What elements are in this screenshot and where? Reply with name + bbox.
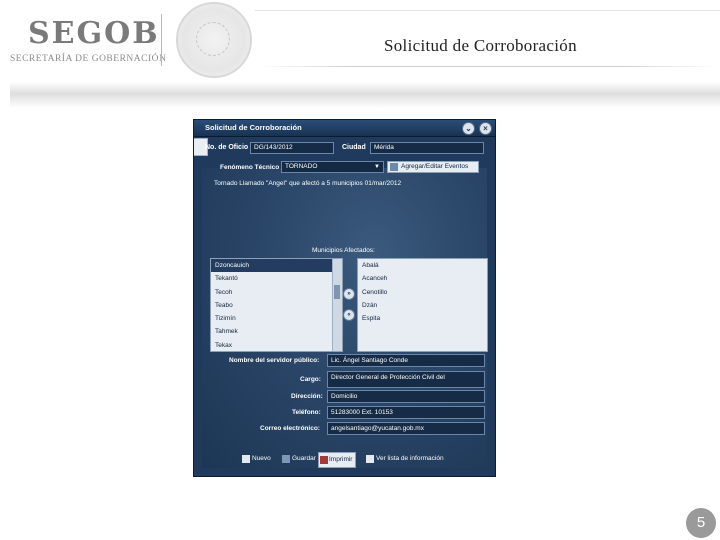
oficio-field[interactable]: DG/143/2012	[250, 142, 334, 154]
list-icon	[366, 455, 374, 463]
correo-field[interactable]: angelsantiago@yucatan.gob.mx	[327, 422, 485, 435]
window-title: Solicitud de Corroboración	[205, 123, 302, 132]
ciudad-field[interactable]: Mérida	[370, 142, 484, 154]
list-item[interactable]: Dzán	[358, 299, 487, 312]
view-info-list-label: Ver lista de información	[376, 455, 444, 462]
telefono-field[interactable]: 51283000 Ext. 10153	[327, 406, 485, 419]
ciudad-label: Ciudad	[342, 144, 366, 151]
list-item[interactable]: Teabo	[211, 299, 342, 312]
logo-wordmark: SEGOB	[28, 16, 160, 51]
municipios-label: Municipios Afectados:	[312, 247, 375, 254]
action-toolbar: Nuevo Guardar Imprimir Ver lista de info…	[234, 452, 464, 468]
cargo-label: Cargo:	[300, 376, 321, 383]
correo-label: Correo electrónico:	[260, 425, 320, 432]
oficio-label: No. de Oficio	[205, 144, 249, 151]
view-info-list-button[interactable]: Ver lista de información	[366, 452, 444, 466]
header-top-rule	[255, 10, 720, 11]
servidor-nombre-label: Nombre del servidor público:	[229, 357, 320, 364]
print-icon	[320, 456, 328, 464]
move-right-icon[interactable]: »	[343, 288, 355, 300]
title-rule	[260, 66, 715, 67]
corroboration-window: Solicitud de Corroboración ⌄ × No. de Of…	[193, 119, 496, 477]
list-item[interactable]: Espita	[358, 312, 487, 325]
add-edit-events-label: Agregar/Editar Eventos	[401, 163, 469, 170]
new-button-label: Nuevo	[252, 455, 271, 462]
list-item[interactable]: Tecoh	[211, 286, 342, 299]
segob-logo: SEGOB SECRETARÍA DE GOBERNACIÓN	[10, 16, 166, 68]
save-button[interactable]: Guardar	[282, 452, 316, 466]
fenomeno-label: Fenómeno Técnico	[220, 164, 280, 171]
list-item[interactable]: Acanceh	[358, 272, 487, 285]
print-button[interactable]: Imprimir	[318, 452, 357, 468]
header-band	[10, 82, 720, 108]
logo-subtitle: SECRETARÍA DE GOBERNACIÓN	[10, 54, 167, 64]
list-item[interactable]: Dzoncauich	[211, 259, 342, 273]
move-left-icon[interactable]: «	[343, 309, 355, 321]
fenomeno-select-value: TORNADO	[285, 163, 318, 170]
slide-title: Solicitud de Corroboración	[384, 36, 577, 55]
available-municipios-list[interactable]: Dzoncauich Tekantó Tecoh Teabo Tizimín T…	[210, 258, 343, 352]
add-edit-events-button[interactable]: Agregar/Editar Eventos	[387, 161, 479, 173]
servidor-nombre-field[interactable]: Lic. Ángel Santiago Conde	[327, 354, 485, 367]
direccion-label: Dirección:	[291, 393, 323, 400]
cargo-field[interactable]: Director General de Protección Civil del	[327, 371, 485, 388]
selected-municipios-list[interactable]: Abalá Acanceh Cenotillo Dzán Espita	[357, 258, 488, 352]
new-button[interactable]: Nuevo	[242, 452, 271, 466]
list-scrollbar[interactable]	[332, 259, 342, 351]
calendar-icon	[390, 163, 398, 171]
list-item[interactable]: Cenotillo	[358, 286, 487, 299]
window-titlebar: Solicitud de Corroboración ⌄ ×	[194, 120, 495, 137]
list-item[interactable]: Tizimín	[211, 312, 342, 325]
minimize-icon[interactable]: ⌄	[462, 122, 475, 135]
page-number-badge: 5	[686, 508, 716, 538]
national-seal-icon	[176, 2, 252, 78]
save-button-label: Guardar	[292, 455, 316, 462]
new-document-icon	[242, 455, 250, 463]
event-description: Tornado Llamado "Angel" que afectó a 5 m…	[214, 180, 402, 187]
print-button-label: Imprimir	[329, 456, 353, 463]
scrollbar-thumb[interactable]	[334, 285, 340, 299]
fenomeno-select[interactable]: TORNADO ▼	[281, 161, 384, 173]
logo-divider	[161, 14, 162, 66]
direccion-field[interactable]: Domicilio	[327, 390, 485, 403]
list-item[interactable]: Abalá	[358, 259, 487, 272]
save-icon	[282, 455, 290, 463]
telefono-label: Teléfono:	[292, 409, 321, 416]
list-item[interactable]: Tekax	[211, 339, 342, 351]
close-icon[interactable]: ×	[479, 122, 492, 135]
chevron-down-icon: ▼	[374, 164, 380, 170]
list-item[interactable]: Tahmek	[211, 325, 342, 338]
list-item[interactable]: Tekantó	[211, 272, 342, 285]
